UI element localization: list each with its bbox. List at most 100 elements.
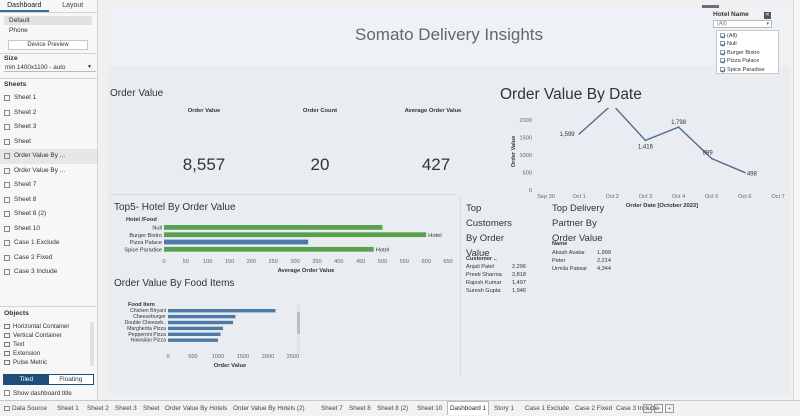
objects-scrollbar[interactable] (90, 322, 94, 366)
sheet-icon (4, 254, 10, 261)
sheet-list-item[interactable]: Sheet 8 (0, 193, 97, 208)
bar[interactable] (168, 314, 236, 319)
data-point[interactable] (578, 133, 580, 135)
sheet-tab[interactable]: Sheet 8 (347, 402, 373, 416)
sheet-list-item[interactable]: Sheet 1 (0, 91, 97, 106)
text-icon (4, 342, 10, 347)
x-tick-label: 550 (400, 259, 409, 265)
sheet-list-item[interactable]: Sheet 3 (0, 120, 97, 135)
sheet-tab[interactable]: Sheet 2 (85, 402, 111, 416)
bar[interactable] (168, 309, 276, 313)
sheet-list-item[interactable]: Case 3 Include (0, 265, 97, 280)
scrollbar-thumb[interactable] (297, 312, 300, 334)
bar[interactable] (164, 225, 383, 230)
object-list-item[interactable]: Vertical Container (0, 331, 92, 340)
customer-column-header[interactable]: Customer .. (466, 256, 497, 262)
object-list-item[interactable]: Extension (0, 349, 92, 358)
sheet-tab-label: Story 1 (494, 405, 514, 412)
filter-dropdown[interactable]: (All) ▾ (713, 20, 772, 28)
sheet-list-item[interactable]: Order Value By ... (0, 149, 97, 164)
object-list-item[interactable]: Horizontal Container (0, 322, 92, 331)
sheet-list-item[interactable]: Sheet 8 (2) (0, 207, 97, 222)
new-worksheet-icon[interactable]: + (643, 404, 652, 413)
object-label: Vertical Container (13, 332, 62, 339)
filter-grip-handle[interactable] (702, 5, 719, 8)
tiled-button[interactable]: Tiled (4, 375, 49, 384)
kpi-label-order-count: Order Count (302, 108, 338, 114)
sheet-list-item[interactable]: Case 2 Fixed (0, 251, 97, 266)
sheet-tab[interactable]: Sheet 7 (319, 402, 345, 416)
object-list-item[interactable]: Pulse Metric (0, 358, 92, 367)
tab-layout[interactable]: Layout (49, 0, 98, 12)
sheet-list-item[interactable]: Sheet 10 (0, 222, 97, 237)
data-point[interactable] (644, 139, 647, 142)
sheet-tab[interactable]: Case 1 Exclude (523, 402, 571, 416)
data-point[interactable] (744, 171, 746, 174)
sheet-tab[interactable]: Order Value By Hotels (2) (231, 402, 307, 416)
show-title-checkbox[interactable]: Show dashboard title (4, 390, 72, 397)
x-tick-label: Oct 5 (705, 194, 718, 200)
sheet-list-item[interactable]: Order Value By ... (0, 164, 97, 179)
data-point[interactable] (710, 157, 713, 160)
bar[interactable] (168, 332, 221, 336)
sheet-tab[interactable]: Dashboard 1 (447, 401, 490, 415)
sheet-label: Sheet 7 (14, 181, 37, 188)
filter-option[interactable]: (All) (720, 32, 737, 40)
sheet-tab[interactable]: Sheet 3 (113, 402, 139, 416)
chevron-down-icon: ▾ (766, 21, 769, 27)
x-tick-label: 200 (247, 259, 256, 265)
sheet-tab-label: Data Source (12, 405, 48, 412)
sheet-icon (4, 109, 10, 116)
x-axis-label: Average Order Value (278, 268, 336, 274)
bar[interactable] (168, 320, 233, 325)
partner-column-header[interactable]: Name (552, 241, 567, 247)
sheet-tab[interactable]: Sheet 10 (415, 402, 444, 416)
sheet-tab[interactable]: Story 1 (492, 402, 516, 416)
series-line (578, 108, 746, 174)
device-phone[interactable]: Phone (4, 26, 92, 35)
table-row: Akash Avatar 1,999 (552, 250, 622, 258)
floating-button[interactable]: Floating (48, 375, 93, 384)
bar[interactable] (164, 246, 374, 252)
sheet-tab[interactable]: Sheet 8 (2) (375, 402, 410, 416)
new-dashboard-icon[interactable]: + (654, 404, 663, 413)
sheet-list-item[interactable]: Sheet 2 (0, 106, 97, 121)
sheet-list-item[interactable]: Sheet 7 (0, 178, 97, 193)
right-edge-strip (793, 0, 800, 400)
filter-option[interactable]: Burger Bistro (720, 49, 760, 57)
partner-order-value: 2,214 (597, 258, 611, 264)
filter-option[interactable]: Null (720, 40, 737, 48)
new-story-icon[interactable]: + (665, 404, 674, 413)
sheet-list-item[interactable]: Sheet (0, 135, 97, 150)
size-dropdown[interactable]: min 1400x1100 - auto ▼ (4, 63, 96, 72)
sheet-tab[interactable]: Sheet 1 (55, 402, 81, 416)
sheet-tab[interactable]: Order Value By Hotels (163, 402, 229, 416)
sheet-tab[interactable]: Case 2 Fixed (573, 402, 614, 416)
x-tick-label: 500 (378, 259, 387, 265)
object-list-item[interactable]: Text (0, 340, 92, 349)
sheet-list-item[interactable]: Case 1 Exclude (0, 236, 97, 251)
tab-dashboard[interactable]: Dashboard (0, 0, 49, 12)
sheets-list: Sheet 1 Sheet 2 Sheet 3 Sheet Order Value By… (0, 91, 97, 280)
close-icon[interactable]: ✕ (764, 12, 771, 19)
sheet-tab[interactable]: Sheet (141, 402, 161, 416)
sheet-label: Order Value By ... (14, 152, 66, 159)
filter-option[interactable]: Pizza Palace (720, 57, 759, 65)
bar[interactable] (164, 232, 427, 238)
divider (0, 78, 97, 79)
title-line: Customers (466, 218, 512, 229)
device-preview-button[interactable]: Device Preview (8, 40, 88, 50)
top5-hotel-title: Top5- Hotel By Order Value (114, 202, 236, 213)
tiled-floating-toggle: Tiled Floating (3, 374, 94, 385)
bar[interactable] (168, 338, 218, 342)
table-row: Peter 2,214 (552, 258, 622, 266)
x-tick-label: 450 (356, 259, 365, 265)
data-point[interactable] (677, 126, 680, 128)
checkbox-checked-icon (720, 66, 725, 72)
sheet-tab[interactable]: Data Source (2, 402, 49, 416)
bar[interactable] (168, 326, 223, 331)
divider (460, 196, 461, 376)
device-default[interactable]: Default (4, 16, 92, 25)
filter-option[interactable]: Spice Paradise (720, 66, 765, 74)
bar[interactable] (164, 239, 309, 245)
